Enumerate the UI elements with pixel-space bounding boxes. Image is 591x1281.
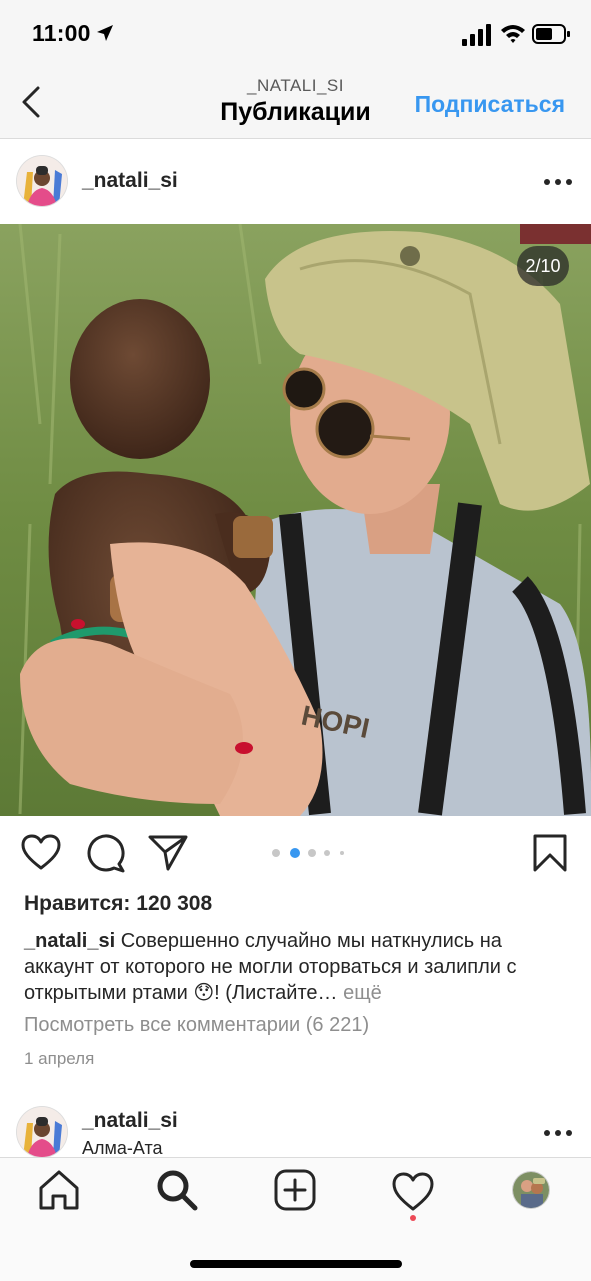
- carousel-dot: [272, 849, 280, 857]
- post-username[interactable]: _natali_si: [82, 169, 178, 193]
- carousel-dot: [340, 851, 344, 855]
- home-icon[interactable]: [37, 1168, 81, 1212]
- status-time: 11:00: [32, 20, 91, 46]
- battery-icon: [532, 24, 570, 44]
- carousel-dot: [308, 849, 316, 857]
- search-icon[interactable]: [155, 1168, 199, 1212]
- carousel-dot: [324, 850, 330, 856]
- carousel-dot-active: [290, 848, 300, 858]
- next-post-username[interactable]: _natali_si: [82, 1109, 178, 1133]
- likes-count[interactable]: Нравится: 120 308: [24, 892, 212, 916]
- more-options-icon[interactable]: [543, 1128, 573, 1138]
- save-bookmark-icon[interactable]: [530, 833, 570, 873]
- profile-avatar-image: [513, 1172, 549, 1208]
- post-photo[interactable]: HOPI: [0, 224, 591, 816]
- activity-badge-dot: [410, 1215, 416, 1221]
- comment-bubble-icon[interactable]: [86, 833, 126, 873]
- share-send-icon[interactable]: [148, 833, 188, 873]
- home-indicator: [190, 1260, 402, 1268]
- post-caption: _natali_si Совершенно случайно мы наткну…: [24, 928, 569, 1006]
- follow-button[interactable]: Подписаться: [415, 91, 565, 118]
- post-image: HOPI: [0, 224, 591, 816]
- avatar-image: [17, 156, 67, 206]
- caption-username[interactable]: _natali_si: [24, 930, 115, 952]
- avatar[interactable]: [17, 156, 67, 206]
- wifi-icon: [501, 25, 525, 43]
- carousel-counter: 2/10: [517, 246, 569, 286]
- more-options-icon[interactable]: [543, 177, 573, 187]
- cellular-signal-icon: [462, 24, 491, 46]
- profile-avatar[interactable]: [513, 1172, 549, 1208]
- view-all-comments-link[interactable]: Посмотреть все комментарии (6 221): [24, 1014, 369, 1037]
- activity-heart-icon[interactable]: [391, 1170, 435, 1214]
- add-post-icon[interactable]: [273, 1168, 317, 1212]
- caption-more-link[interactable]: ещё: [343, 982, 382, 1004]
- next-post-location[interactable]: Алма-Ата: [82, 1138, 163, 1159]
- like-heart-icon[interactable]: [21, 833, 61, 873]
- location-arrow-icon: [97, 25, 113, 41]
- next-post-avatar[interactable]: [17, 1107, 67, 1157]
- avatar-image: [17, 1107, 67, 1157]
- nav-header: _NATALI_SI Публикации Подписаться: [0, 64, 591, 139]
- post-date: 1 апреля: [24, 1049, 95, 1068]
- status-bar: 11:00: [0, 0, 591, 64]
